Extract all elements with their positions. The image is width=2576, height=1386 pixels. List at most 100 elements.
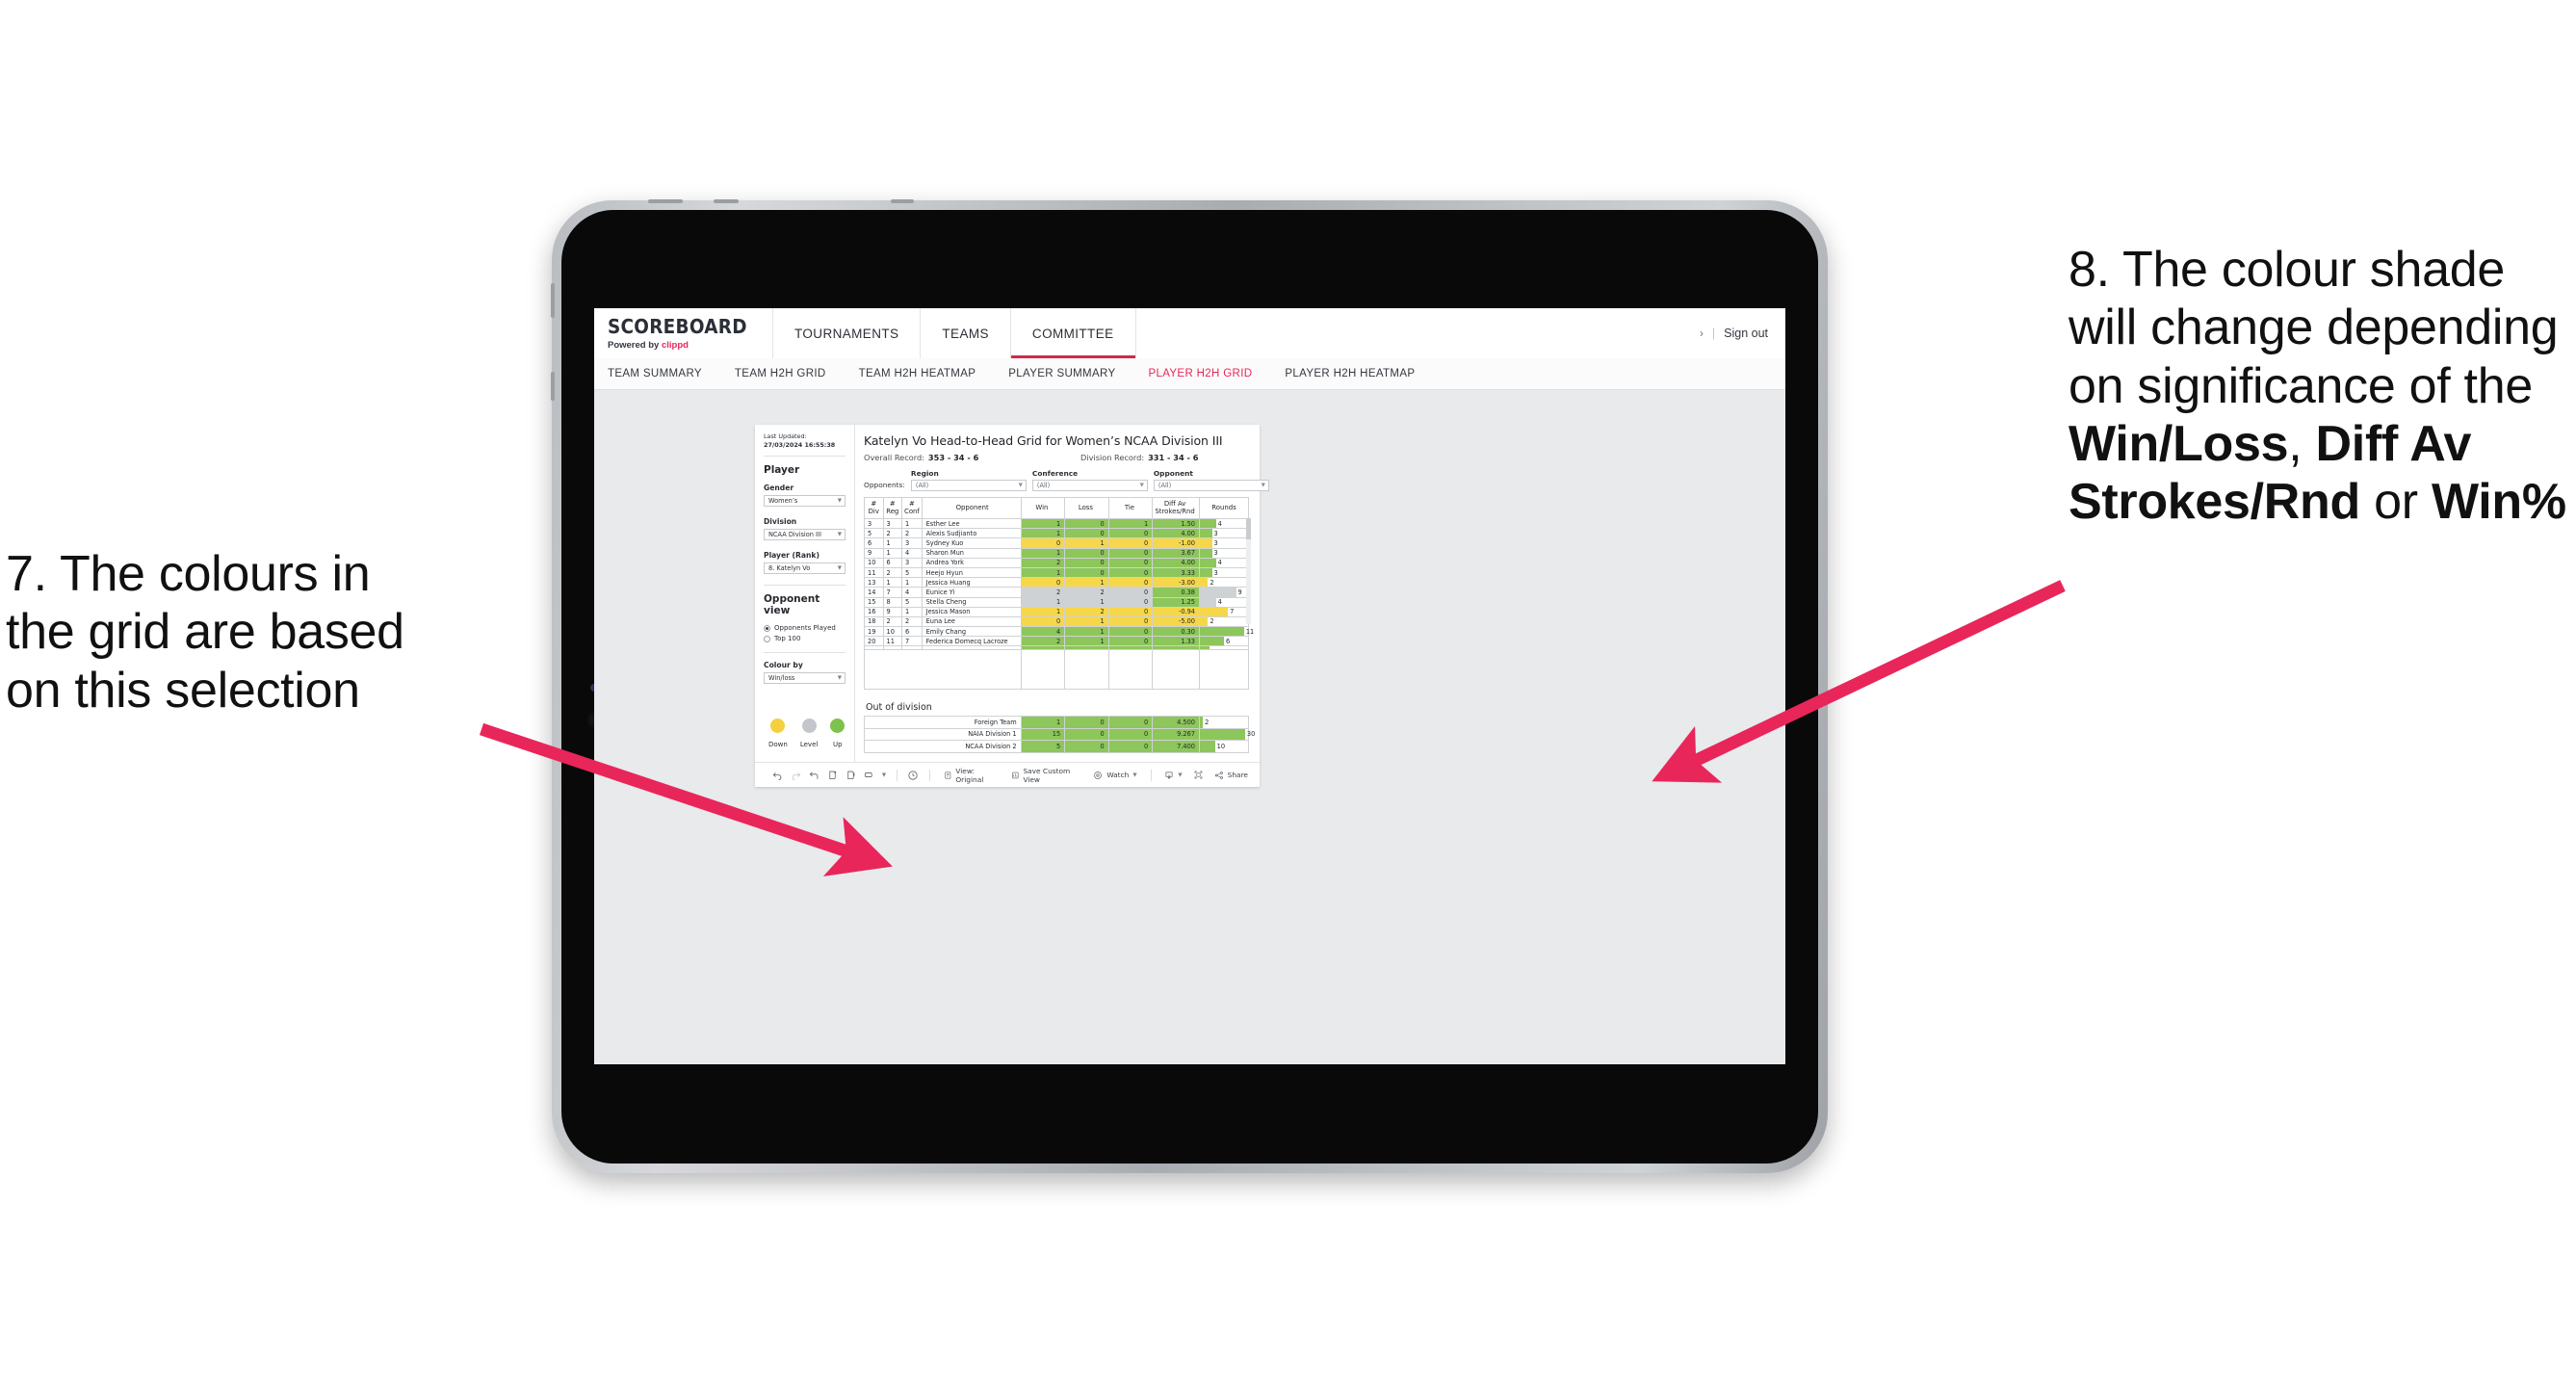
table-row[interactable]: 20 11 7 Federica Domecq Lacroze 2 1 0 1.33 6 (864, 636, 1249, 647)
table-row[interactable]: 18 2 2 Euna Lee 0 1 0 -5.00 2 (864, 615, 1249, 628)
subnav-item-team-h2h-heatmap[interactable]: TEAM H2H HEATMAP (859, 368, 976, 379)
watch-label: Watch (1106, 771, 1130, 779)
device-button-top-2 (714, 199, 739, 203)
device-button-side-2 (551, 372, 555, 401)
fullscreen-icon[interactable] (1189, 770, 1208, 780)
table-row[interactable]: 3 3 1 Esther Lee 1 0 1 1.50 4 (864, 517, 1249, 530)
subnav-item-player-h2h-grid[interactable]: PLAYER H2H GRID (1148, 368, 1252, 379)
table-row[interactable]: 6 1 3 Sydney Kuo 0 1 0 -1.00 3 (864, 537, 1249, 549)
annotation-7-text: 7. The colours in the grid are based on … (6, 545, 526, 719)
filter-region-select[interactable]: (All) ▼ (910, 480, 1027, 491)
save-custom-view-button[interactable]: Save Custom View (1004, 767, 1086, 784)
table-cell: 5 (1020, 740, 1066, 753)
last-updated: Last Updated: 27/03/2024 16:55:38 (764, 432, 846, 449)
subnav-item-team-summary[interactable]: TEAM SUMMARY (608, 368, 702, 379)
filter-conference-select[interactable]: (All) ▼ (1031, 480, 1148, 491)
table-row[interactable]: 5 2 2 Alexis Sudjianto 1 0 0 4.00 3 (864, 528, 1249, 539)
filter-region-value: (All) (915, 482, 929, 489)
table-row[interactable]: 16 9 1 Jessica Mason 1 2 0 -0.94 7 (864, 606, 1249, 617)
shape-icon[interactable] (860, 770, 878, 780)
col-opponent: Opponent (921, 497, 1022, 519)
topnav-item-teams[interactable]: TEAMS (921, 308, 1011, 358)
table-cell: Esther Lee (921, 517, 1022, 530)
brand-logo[interactable]: SCOREBOARD Powered by clippd (594, 308, 773, 358)
table-cell-empty (1152, 649, 1200, 661)
share-button[interactable]: Share (1208, 771, 1260, 780)
table-cell: 15 (864, 596, 884, 608)
radio-opponents-played[interactable]: Opponents Played (764, 624, 846, 632)
table-cell: 9 (864, 547, 884, 559)
table-cell: Heejo Hyun (921, 566, 1022, 579)
select-player-rank[interactable]: 8. Katelyn Vo ▼ (764, 562, 846, 575)
table-row[interactable]: 11 2 5 Heejo Hyun 1 0 0 3.33 3 (864, 566, 1249, 579)
bar-value-label: 10 (1216, 742, 1226, 750)
chevron-down-icon: ▼ (1139, 483, 1144, 488)
topnav-item-tournaments[interactable]: TOURNAMENTS (773, 308, 922, 358)
table-cell: 2 (882, 528, 903, 539)
radio-icon-empty (764, 635, 770, 642)
out-of-division-row[interactable]: Foreign Team 1 0 0 4.500 2 (864, 716, 1249, 729)
signout-link[interactable]: Sign out (1724, 327, 1768, 340)
annotation-8-mid-1: , (2288, 415, 2316, 472)
caret-icon[interactable]: ▼ (878, 772, 890, 778)
grid-scrollbar-thumb[interactable] (1246, 518, 1251, 539)
radio-top-100[interactable]: Top 100 (764, 635, 846, 642)
h2h-grid-table: # Div # Reg # Conf Opponent Win Loss Tie Di… (864, 497, 1254, 691)
select-player-rank-value: 8. Katelyn Vo (768, 564, 811, 573)
rounds-bar-cell: 4 (1199, 596, 1249, 608)
table-cell: Eunice Yi (921, 587, 1022, 598)
subnav-item-player-summary[interactable]: PLAYER SUMMARY (1008, 368, 1115, 379)
bar-fill (1200, 741, 1215, 752)
table-cell: -1.00 (1152, 537, 1200, 549)
refresh-icon[interactable] (823, 770, 842, 780)
legend-swatch-level (801, 719, 817, 734)
table-cell: 0 (1064, 517, 1109, 530)
annotation-7-line-2: the grid are based (6, 604, 404, 661)
view-original-button[interactable]: View: Original (937, 767, 1004, 784)
bar-value-label: 4 (1217, 519, 1222, 528)
select-colour-by[interactable]: Win/loss ▼ (764, 672, 846, 685)
table-cell-empty (864, 679, 884, 691)
table-row[interactable]: 19 10 6 Emily Chang 4 1 0 0.30 11 (864, 626, 1254, 638)
filter-opponent-select[interactable]: (All) ▼ (1153, 480, 1269, 491)
pause-icon[interactable] (842, 770, 860, 780)
out-of-division-row[interactable]: NCAA Division 2 5 0 0 7.400 10 (864, 740, 1249, 753)
table-row[interactable]: 15 8 5 Stella Cheng 1 1 0 1.25 4 (864, 596, 1249, 608)
table-cell: Emily Chang (921, 626, 1022, 638)
table-row[interactable]: 10 6 3 Andrea York 2 0 0 4.00 4 (864, 557, 1249, 568)
col-loss: Loss (1064, 497, 1109, 519)
table-cell: 0 (1064, 557, 1109, 568)
table-cell: 19 (864, 626, 884, 638)
bar-chart-icon (1011, 771, 1019, 778)
table-cell-empty (922, 679, 1022, 691)
revert-icon[interactable] (805, 770, 823, 780)
table-cell: 11 (882, 636, 903, 647)
subnav-item-team-h2h-grid[interactable]: TEAM H2H GRID (735, 368, 826, 379)
table-cell: 9.267 (1152, 727, 1200, 742)
bar-value-label: 6 (1226, 637, 1231, 645)
redo-icon[interactable] (787, 770, 805, 780)
topnav-item-committee[interactable]: COMMITTEE (1010, 308, 1136, 358)
table-row[interactable]: 14 7 4 Eunice Yi 2 2 0 0.38 9 (864, 587, 1249, 598)
table-cell: 15 (1020, 727, 1066, 742)
out-of-division-row[interactable]: NAIA Division 1 15 0 0 9.267 30 (864, 727, 1255, 742)
undo-icon[interactable] (768, 770, 787, 780)
subnav-item-player-h2h-heatmap[interactable]: PLAYER H2H HEATMAP (1285, 368, 1415, 379)
signout-area: › | Sign out (1700, 308, 1785, 358)
select-division[interactable]: NCAA Division III ▼ (764, 529, 846, 541)
table-cell: 2 (1020, 557, 1066, 568)
table-row[interactable]: 13 1 1 Jessica Huang 0 1 0 -3.00 2 (864, 577, 1249, 588)
bar-chart: 2 (1200, 616, 1248, 627)
rounds-bar-cell: 6 (1199, 636, 1249, 647)
chevron-right-icon[interactable]: › (1700, 327, 1704, 340)
bar-fill (1200, 616, 1209, 627)
download-button[interactable]: ▼ (1158, 771, 1188, 780)
table-cell: 0 (1020, 577, 1066, 588)
select-gender[interactable]: Women’s ▼ (764, 495, 846, 508)
bar-chart: 6 (1200, 637, 1248, 646)
clock-icon[interactable] (904, 770, 923, 781)
table-row[interactable]: 9 1 4 Sharon Mun 1 0 0 3.67 3 (864, 547, 1249, 559)
watch-button[interactable]: Watch ▼ (1086, 771, 1143, 780)
table-cell-empty (1199, 679, 1249, 691)
table-cell: 10 (882, 626, 903, 638)
